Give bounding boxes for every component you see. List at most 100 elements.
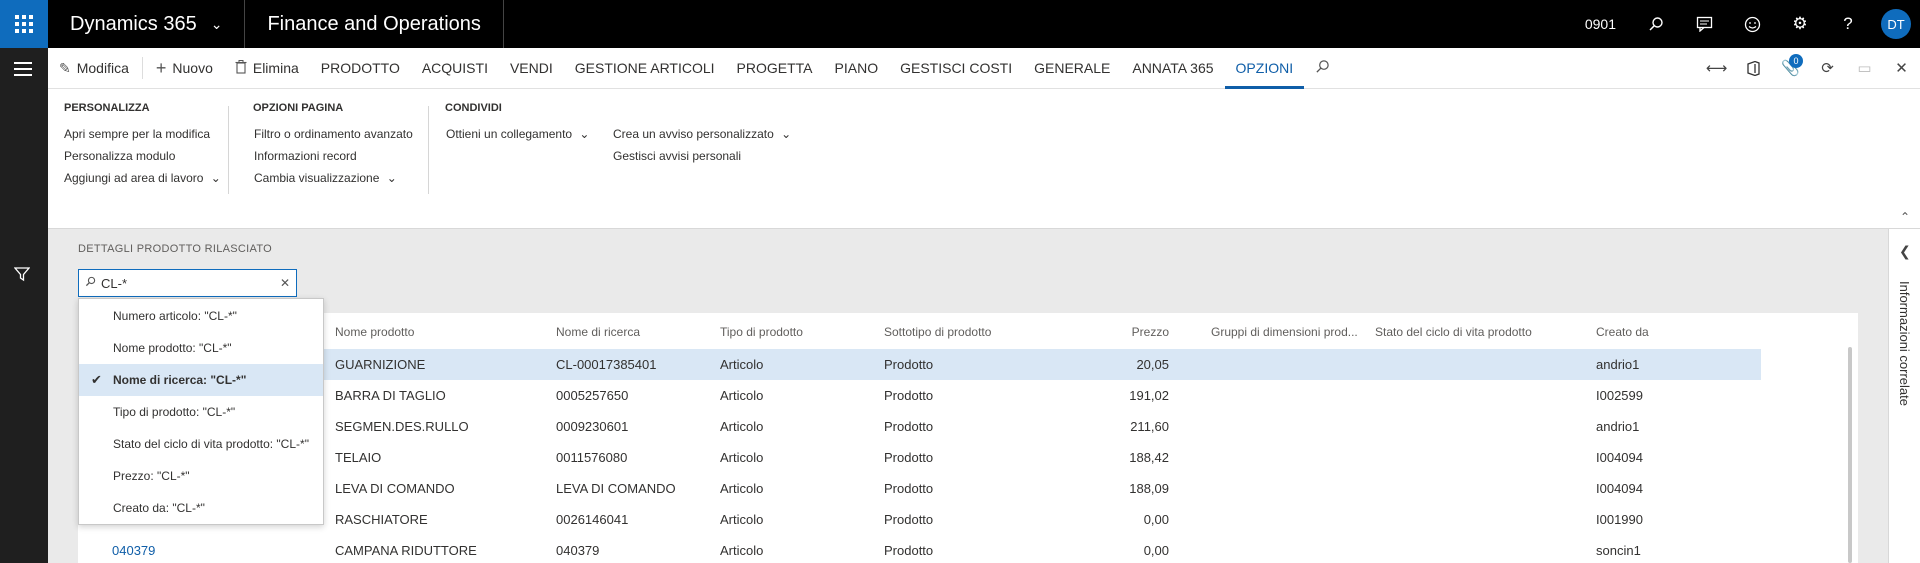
- product-subtype-cell: Prodotto: [884, 543, 934, 558]
- open-in-new-window-icon[interactable]: ▭: [1846, 48, 1883, 89]
- dropdown-option-item-number[interactable]: Numero articolo: "CL-*": [79, 300, 323, 332]
- chevron-down-icon: ⌄: [579, 127, 590, 141]
- product-subtype-cell: Prodotto: [884, 419, 934, 434]
- clear-icon[interactable]: ✕: [280, 276, 290, 290]
- product-name-cell: RASCHIATORE: [335, 512, 428, 527]
- advanced-filter-button[interactable]: Filtro o ordinamento avanzato: [254, 127, 413, 141]
- created-by-cell: I001990: [1596, 512, 1643, 527]
- tab-opzioni[interactable]: OPZIONI: [1224, 48, 1305, 89]
- personalize-form-button[interactable]: Personalizza modulo: [64, 149, 175, 163]
- office-icon[interactable]: [1735, 48, 1772, 89]
- related-information-label[interactable]: Informazioni correlate: [1897, 281, 1912, 406]
- tab-annata-365[interactable]: ANNATA 365: [1121, 48, 1224, 89]
- table-row[interactable]: TELAIO 0011576080 Articolo Prodotto 188,…: [78, 442, 1761, 473]
- new-button[interactable]: + Nuovo: [145, 48, 224, 89]
- column-header-created-by[interactable]: Creato da: [1596, 325, 1649, 339]
- change-view-button[interactable]: Cambia visualizzazione ⌄: [254, 171, 397, 185]
- column-header-product-subtype[interactable]: Sottotipo di prodotto: [884, 325, 991, 339]
- product-subtype-cell: Prodotto: [884, 512, 934, 527]
- search-field-dropdown: Numero articolo: "CL-*" Nome prodotto: "…: [78, 298, 324, 525]
- collapse-ribbon-icon[interactable]: ⌃: [1900, 210, 1910, 224]
- attachments-icon[interactable]: 📎 0: [1772, 48, 1809, 89]
- hamburger-menu-icon[interactable]: [14, 62, 32, 80]
- always-open-edit-button[interactable]: Apri sempre per la modifica: [64, 127, 210, 141]
- add-to-workspace-button[interactable]: Aggiungi ad area di lavoro ⌄: [64, 171, 221, 185]
- dropdown-option-product-type[interactable]: Tipo di prodotto: "CL-*": [79, 396, 323, 428]
- price-cell: 0,00: [1143, 543, 1169, 558]
- created-by-cell: I004094: [1596, 481, 1643, 496]
- dropdown-option-label: Nome di ricerca: "CL-*": [113, 373, 247, 387]
- created-by-cell: andrio1: [1596, 357, 1640, 372]
- search-input-value[interactable]: CL-*: [101, 276, 127, 291]
- chevron-down-icon: ⌄: [781, 127, 792, 141]
- feedback-smiley-icon[interactable]: [1728, 0, 1776, 48]
- vertical-scrollbar[interactable]: [1848, 347, 1852, 563]
- edit-button[interactable]: ✎ Modifica: [48, 48, 140, 89]
- column-header-search-name[interactable]: Nome di ricerca: [556, 325, 640, 339]
- tab-prodotto[interactable]: PRODOTTO: [310, 48, 411, 89]
- column-header-product-name[interactable]: Nome prodotto: [335, 325, 414, 339]
- tab-gestione-articoli[interactable]: GESTIONE ARTICOLI: [564, 48, 726, 89]
- table-row[interactable]: GUARNIZIONE CL-00017385401 Articolo Prod…: [78, 349, 1761, 380]
- price-cell: 188,42: [1129, 450, 1169, 465]
- delete-button[interactable]: Elimina: [224, 48, 310, 89]
- column-header-product-type[interactable]: Tipo di prodotto: [720, 325, 803, 339]
- help-icon[interactable]: ?: [1824, 0, 1872, 48]
- avatar[interactable]: DT: [1881, 9, 1911, 39]
- related-information-pane[interactable]: ❮ Informazioni correlate: [1888, 229, 1920, 563]
- filter-icon[interactable]: [13, 266, 31, 287]
- get-link-button[interactable]: Ottieni un collegamento ⌄: [446, 127, 589, 141]
- dropdown-option-search-name[interactable]: ✔ Nome di ricerca: "CL-*": [79, 364, 323, 396]
- close-icon[interactable]: ✕: [1883, 48, 1920, 89]
- dropdown-option-price[interactable]: Prezzo: "CL-*": [79, 460, 323, 492]
- product-type-cell: Articolo: [720, 512, 764, 527]
- table-row[interactable]: LEVA DI COMANDO LEVA DI COMANDO Articolo…: [78, 473, 1761, 504]
- product-name-cell: LEVA DI COMANDO: [335, 481, 455, 496]
- column-header-lifecycle-state[interactable]: Stato del ciclo di vita prodotto: [1375, 325, 1532, 339]
- table-row[interactable]: 040379 CAMPANA RIDUTTORE 040379 Articolo…: [78, 535, 1761, 563]
- tab-generale[interactable]: GENERALE: [1023, 48, 1121, 89]
- product-subtype-cell: Prodotto: [884, 481, 934, 496]
- dropdown-option-created-by[interactable]: Creato da: "CL-*": [79, 492, 323, 524]
- create-alert-button[interactable]: Crea un avviso personalizzato ⌄: [613, 127, 791, 141]
- dropdown-option-lifecycle-state[interactable]: Stato del ciclo di vita prodotto: "CL-*": [79, 428, 323, 460]
- connections-icon[interactable]: ⟷: [1698, 48, 1735, 89]
- column-header-dimension-groups[interactable]: Gruppi di dimensioni prod...: [1211, 325, 1358, 339]
- table-row[interactable]: BARRA DI TAGLIO 0005257650 Articolo Prod…: [78, 380, 1761, 411]
- tab-vendi[interactable]: VENDI: [499, 48, 564, 89]
- action-search-button[interactable]: [1304, 48, 1341, 89]
- tab-piano[interactable]: PIANO: [824, 48, 890, 89]
- manage-alerts-button[interactable]: Gestisci avvisi personali: [613, 149, 741, 163]
- product-name-cell: TELAIO: [335, 450, 382, 465]
- page-title: DETTAGLI PRODOTTO RILASCIATO: [78, 243, 273, 255]
- messages-icon[interactable]: [1680, 0, 1728, 48]
- chevron-left-icon[interactable]: ❮: [1899, 243, 1911, 260]
- add-to-workspace-label: Aggiungi ad area di lavoro: [64, 171, 204, 185]
- price-cell: 211,60: [1130, 419, 1169, 434]
- app-switcher[interactable]: Dynamics 365 ⌄: [48, 0, 246, 48]
- app-launcher-button[interactable]: [0, 0, 48, 48]
- search-icon: [85, 276, 96, 290]
- search-icon: [1315, 59, 1330, 77]
- table-row[interactable]: RASCHIATORE 0026146041 Articolo Prodotto…: [78, 504, 1761, 535]
- product-subtype-cell: Prodotto: [884, 450, 934, 465]
- search-name-cell: CL-00017385401: [556, 357, 657, 372]
- company-picker[interactable]: 0901: [1569, 16, 1632, 32]
- tab-acquisti[interactable]: ACQUISTI: [411, 48, 499, 89]
- product-name-cell: CAMPANA RIDUTTORE: [335, 543, 477, 558]
- item-number-link[interactable]: 040379: [112, 543, 155, 558]
- trash-icon: [235, 59, 247, 77]
- tab-progetta[interactable]: PROGETTA: [726, 48, 824, 89]
- record-info-button[interactable]: Informazioni record: [254, 149, 357, 163]
- gear-icon[interactable]: ⚙: [1776, 0, 1824, 48]
- tab-gestisci-costi[interactable]: GESTISCI COSTI: [889, 48, 1023, 89]
- refresh-icon[interactable]: ⟳: [1809, 48, 1846, 89]
- separator: [141, 57, 143, 79]
- column-header-price[interactable]: Prezzo: [1078, 325, 1169, 339]
- product-name-cell: GUARNIZIONE: [335, 357, 426, 372]
- product-type-cell: Articolo: [720, 357, 764, 372]
- table-row[interactable]: SEGMEN.DES.RULLO 0009230601 Articolo Pro…: [78, 411, 1761, 442]
- grid-search-input[interactable]: CL-* ✕: [78, 269, 297, 297]
- search-icon[interactable]: [1632, 0, 1680, 48]
- dropdown-option-product-name[interactable]: Nome prodotto: "CL-*": [79, 332, 323, 364]
